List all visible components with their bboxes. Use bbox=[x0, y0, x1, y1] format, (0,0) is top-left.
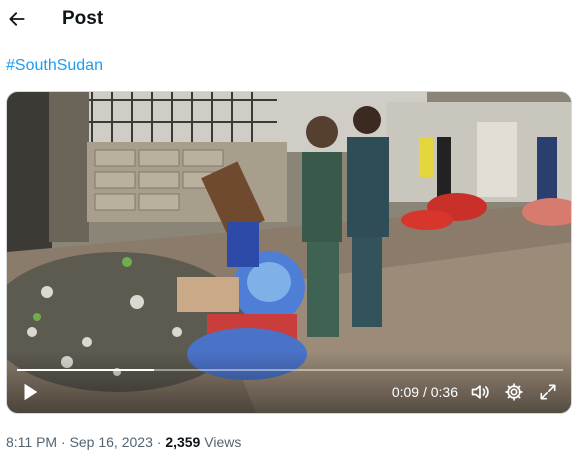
video-controls: 0:09 / 0:36 bbox=[7, 351, 571, 413]
time-current: 0:09 bbox=[391, 384, 420, 400]
views-count: 2,359 bbox=[165, 434, 201, 450]
settings-button[interactable] bbox=[504, 382, 524, 402]
volume-icon bbox=[471, 385, 489, 399]
back-button[interactable] bbox=[6, 8, 28, 30]
arrow-left-icon bbox=[9, 12, 25, 26]
fullscreen-icon bbox=[540, 384, 556, 400]
post-header: Post bbox=[0, 0, 577, 38]
play-button[interactable] bbox=[19, 381, 41, 403]
meta-separator: · bbox=[156, 434, 162, 450]
meta-separator: · bbox=[61, 434, 66, 450]
views-label: Views bbox=[204, 434, 242, 450]
gear-icon bbox=[505, 383, 523, 401]
page-title: Post bbox=[62, 8, 104, 29]
post-time[interactable]: 8:11 PM bbox=[6, 434, 57, 450]
hashtag-link[interactable]: #SouthSudan bbox=[6, 57, 103, 75]
video-time: 0:09 / 0:36 bbox=[392, 384, 458, 400]
time-separator: / bbox=[422, 384, 427, 400]
play-icon bbox=[24, 383, 38, 401]
volume-button[interactable] bbox=[469, 382, 491, 402]
progress-fill bbox=[17, 369, 154, 371]
post-date[interactable]: Sep 16, 2023 bbox=[70, 434, 153, 450]
progress-bar[interactable] bbox=[17, 369, 563, 371]
fullscreen-button[interactable] bbox=[538, 382, 558, 402]
video-player[interactable]: 0:09 / 0:36 bbox=[6, 91, 572, 414]
post-meta: 8:11 PM · Sep 16, 2023 · 2,359 Views bbox=[6, 434, 241, 450]
time-total: 0:36 bbox=[430, 384, 458, 400]
